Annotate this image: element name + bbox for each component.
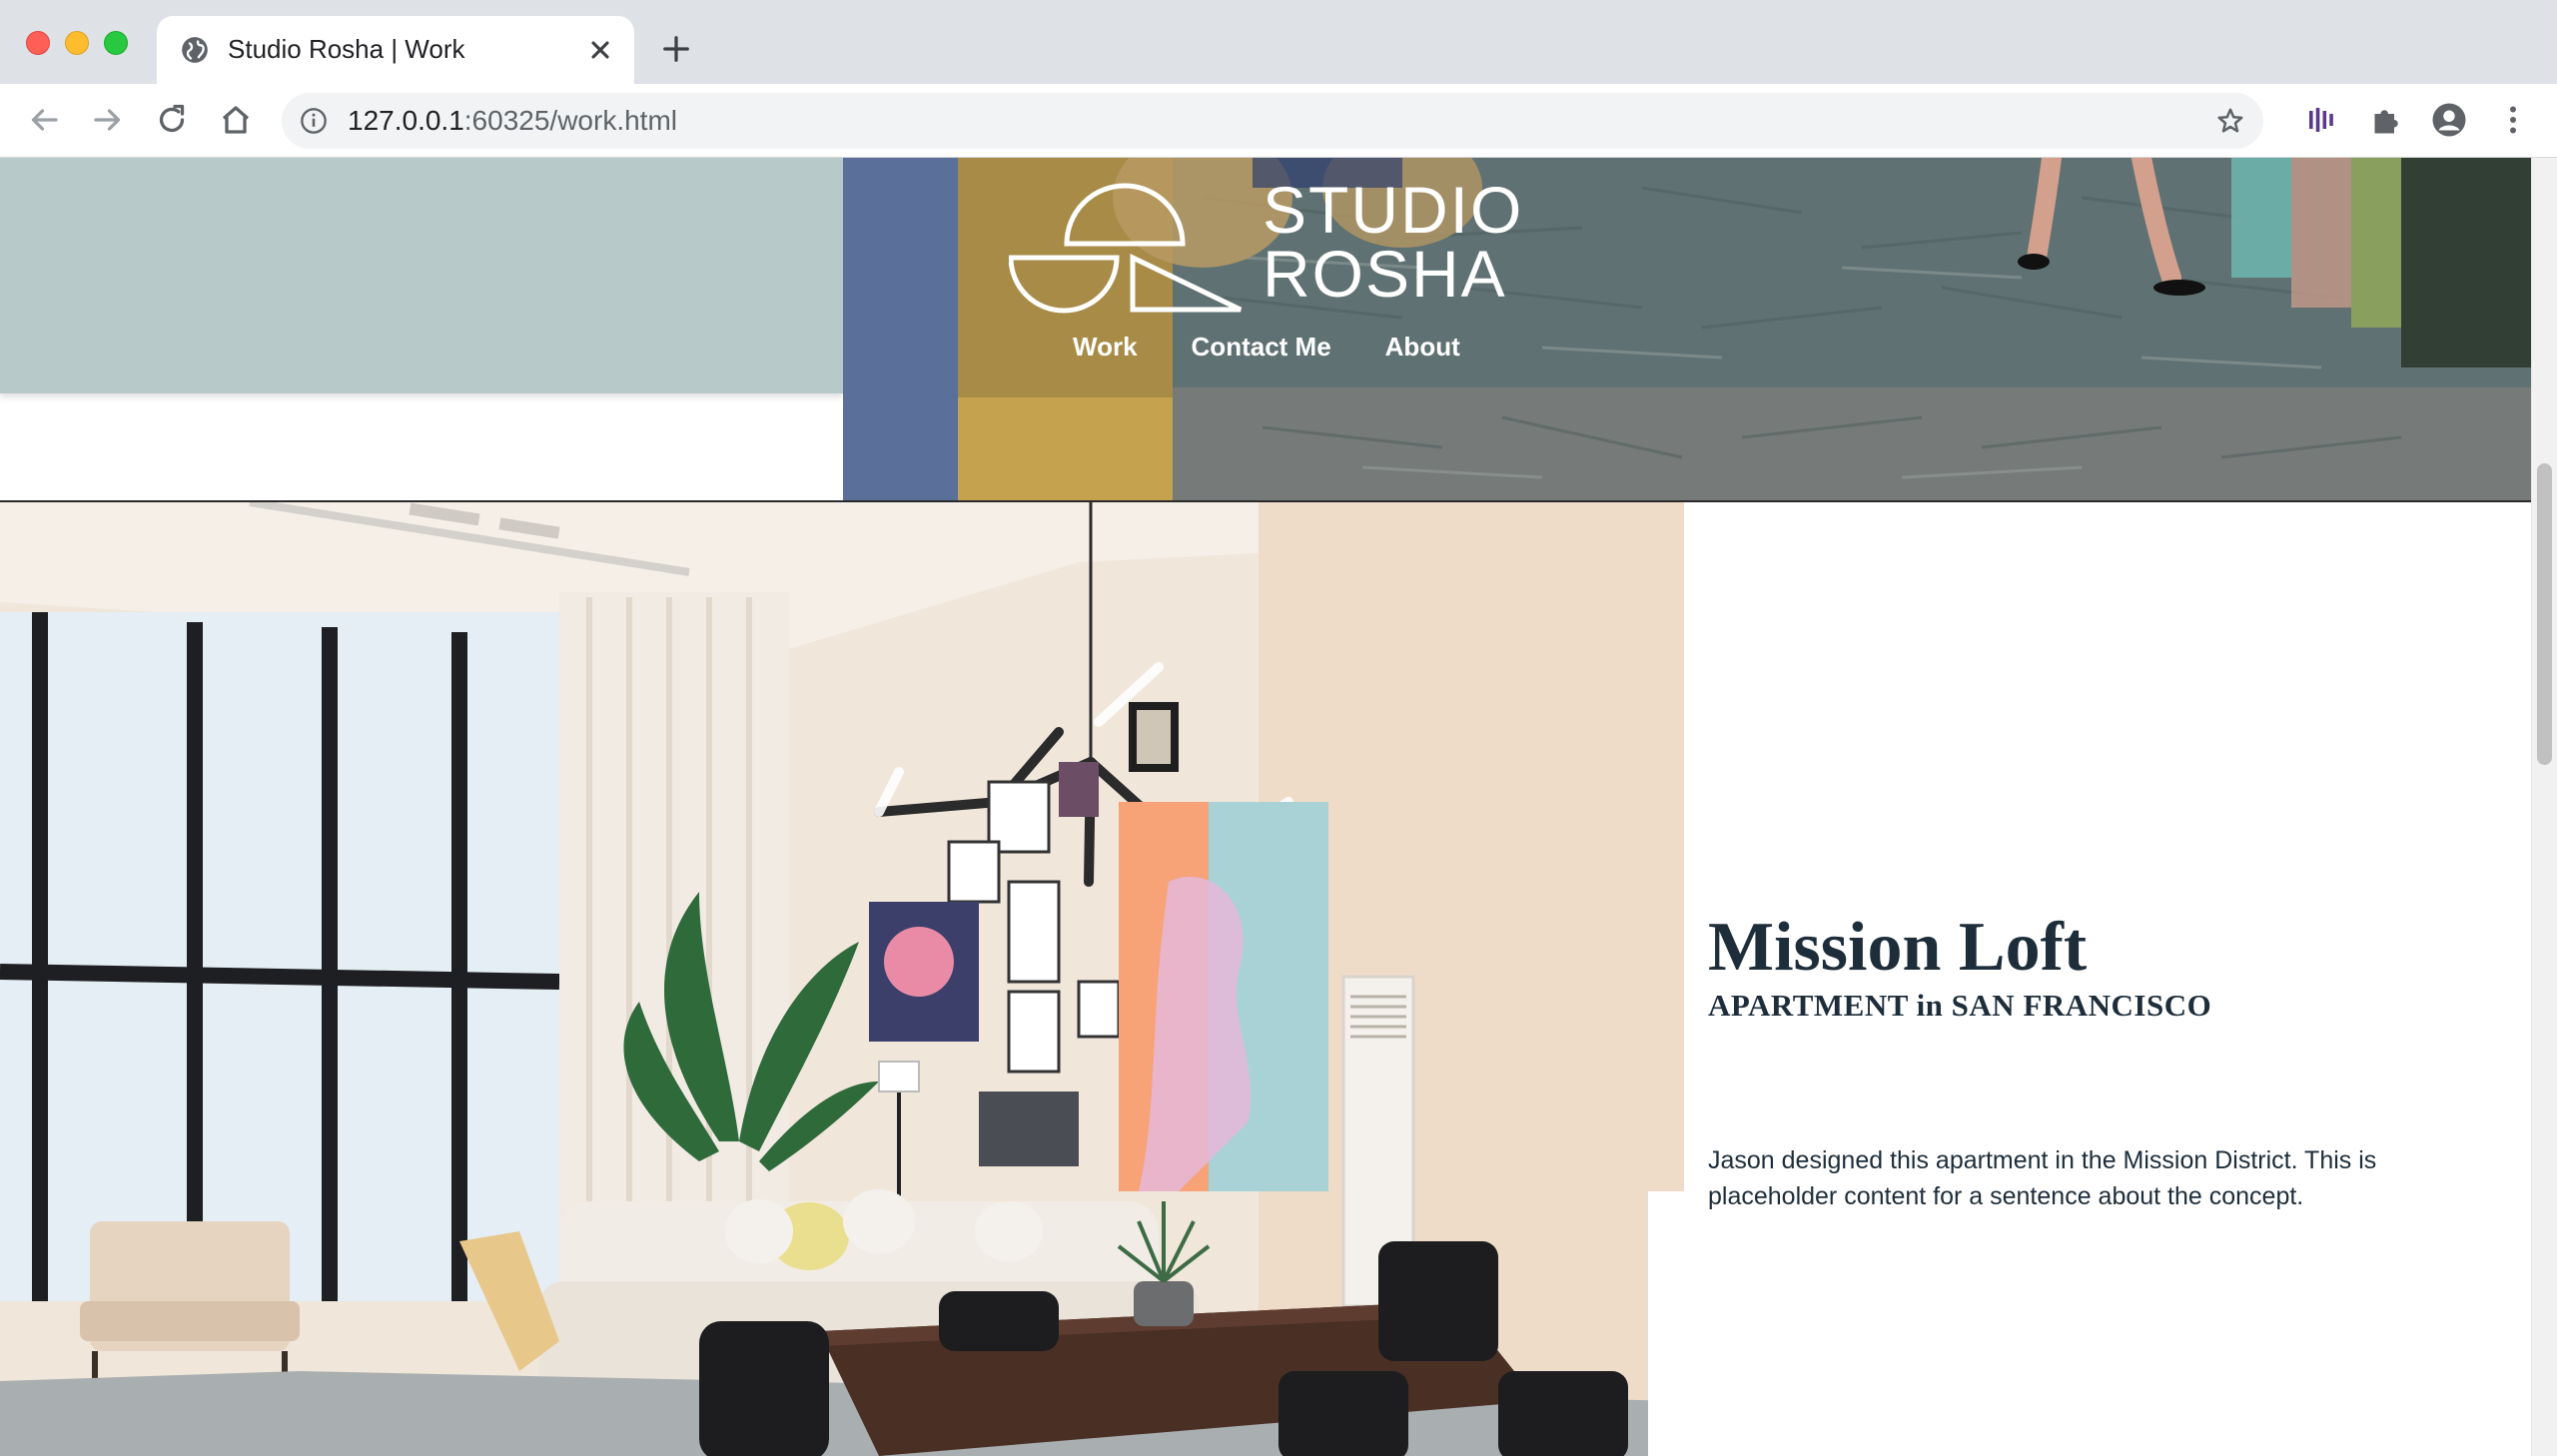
project-title: Mission Loft xyxy=(1708,909,2088,986)
browser-tab-active[interactable]: Studio Rosha | Work xyxy=(157,16,634,84)
header-color-band xyxy=(0,158,843,393)
nav-link-contact[interactable]: Contact Me xyxy=(1192,332,1331,363)
window-maximize-button[interactable] xyxy=(104,31,128,55)
forward-arrow-icon[interactable] xyxy=(90,102,126,138)
extension-waveform-icon[interactable] xyxy=(2303,102,2339,138)
page-viewport: STUDIO ROSHA Work Contact Me About Missi… xyxy=(0,158,2531,1456)
address-bar[interactable]: 127.0.0.1:60325/work.html xyxy=(282,93,2263,149)
project-subtitle: APARTMENT in SAN FRANCISCO xyxy=(1708,988,2212,1023)
bookmark-star-icon[interactable] xyxy=(2215,106,2245,136)
window-close-button[interactable] xyxy=(26,31,50,55)
new-tab-plus-icon[interactable] xyxy=(661,34,691,64)
site-info-icon[interactable] xyxy=(300,107,328,135)
project-info-panel: Mission Loft APARTMENT in SAN FRANCISCO … xyxy=(1684,502,2531,1456)
home-icon[interactable] xyxy=(218,102,254,138)
project-photo-mission-loft xyxy=(0,502,1684,1456)
close-icon[interactable] xyxy=(586,36,614,64)
site-navigation: Work Contact Me About xyxy=(1073,332,1460,363)
page-scrollbar[interactable] xyxy=(2531,158,2557,1456)
window-minimize-button[interactable] xyxy=(65,31,89,55)
reload-icon[interactable] xyxy=(154,102,190,138)
back-arrow-icon[interactable] xyxy=(26,102,62,138)
browser-tab-bar: Studio Rosha | Work xyxy=(0,0,2557,84)
tab-title: Studio Rosha | Work xyxy=(228,34,465,64)
more-menu-icon[interactable] xyxy=(2495,102,2531,138)
globe-icon xyxy=(182,37,208,63)
project-description: Jason designed this apartment in the Mis… xyxy=(1708,1146,2377,1210)
nav-link-work[interactable]: Work xyxy=(1073,332,1138,363)
profile-avatar-icon[interactable] xyxy=(2431,102,2467,138)
scrollbar-thumb[interactable] xyxy=(2537,463,2552,765)
extensions-puzzle-icon[interactable] xyxy=(2367,102,2403,138)
url-text: 127.0.0.1:60325/work.html xyxy=(348,105,677,136)
nav-link-about[interactable]: About xyxy=(1385,332,1460,363)
logo-wordmark: STUDIO ROSHA xyxy=(1263,173,1524,311)
browser-toolbar: 127.0.0.1:60325/work.html xyxy=(0,84,2557,158)
